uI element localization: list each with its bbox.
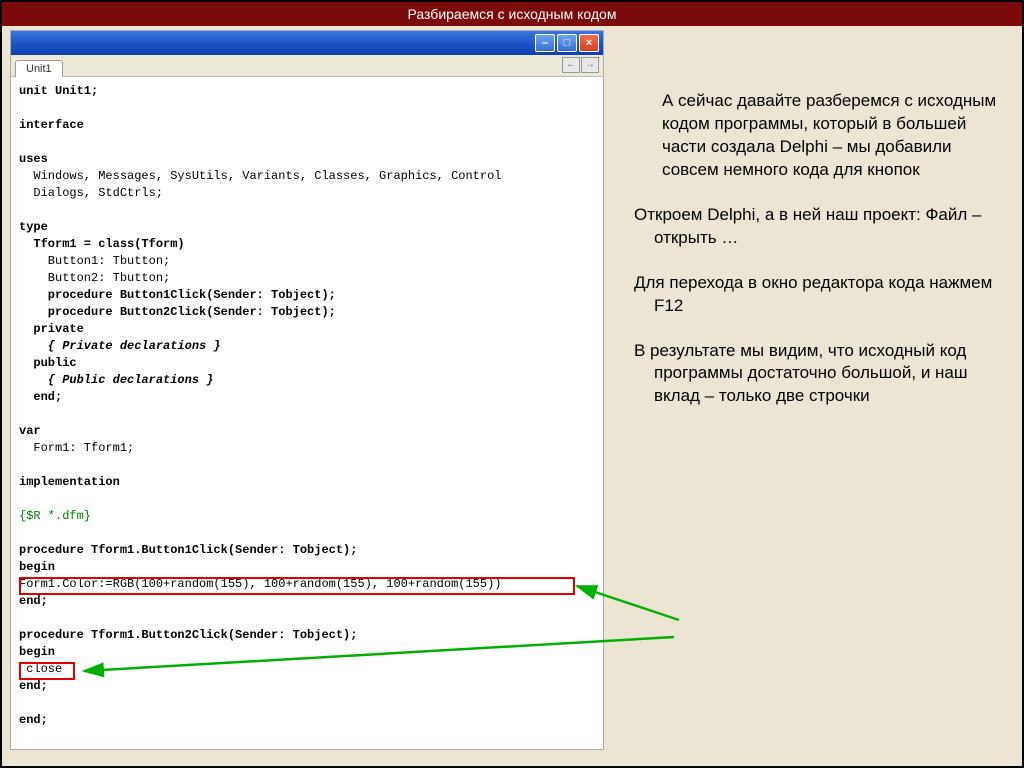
code-editor[interactable]: unit Unit1; interface uses Windows, Mess… <box>11 77 603 749</box>
window-titlebar: – □ × <box>11 31 603 55</box>
minimize-button[interactable]: – <box>535 34 555 52</box>
note-paragraph-3: Для перехода в окно редактора кода нажме… <box>634 272 1004 318</box>
ide-window: – □ × Unit1 ← → unit Unit1; interface us… <box>10 30 604 750</box>
close-button[interactable]: × <box>579 34 599 52</box>
nav-back-button[interactable]: ← <box>562 57 580 73</box>
note-paragraph-2: Откроем Delphi, а в ней наш проект: Файл… <box>634 204 1004 250</box>
tab-unit1[interactable]: Unit1 <box>15 60 63 77</box>
notes-panel: А сейчас давайте разберемся с исходным к… <box>634 90 1004 430</box>
slide-content: – □ × Unit1 ← → unit Unit1; interface us… <box>4 30 1020 764</box>
maximize-button[interactable]: □ <box>557 34 577 52</box>
editor-tabrow: Unit1 ← → <box>11 55 603 77</box>
slide-title: Разбираемся с исходным кодом <box>2 2 1022 26</box>
note-paragraph-4: В результате мы видим, что исходный код … <box>634 340 1004 409</box>
code-text: unit Unit1; interface uses Windows, Mess… <box>19 83 595 729</box>
note-paragraph-1: А сейчас давайте разберемся с исходным к… <box>634 90 1004 182</box>
nav-forward-button[interactable]: → <box>581 57 599 73</box>
nav-buttons: ← → <box>562 57 599 73</box>
